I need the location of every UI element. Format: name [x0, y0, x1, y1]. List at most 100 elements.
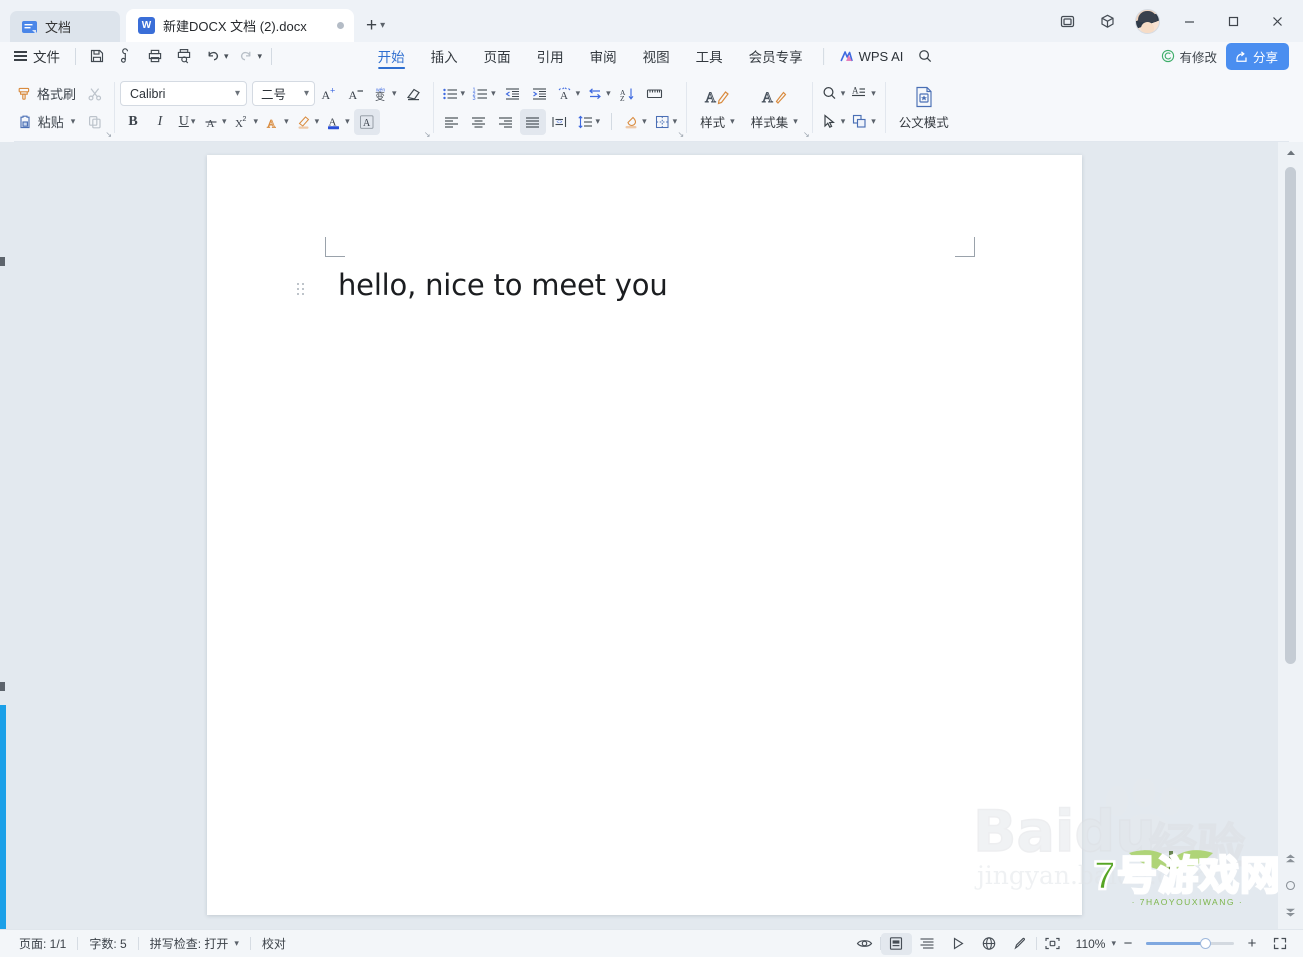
styles-dialog-launcher[interactable]: ↘: [803, 130, 810, 139]
maximize-button[interactable]: [1211, 0, 1255, 42]
preview-eye-button[interactable]: [849, 933, 880, 955]
zoom-slider-knob[interactable]: [1200, 938, 1211, 949]
tab-tools[interactable]: 工具: [683, 42, 736, 70]
spellcheck-chevron-down-icon[interactable]: ▾: [234, 938, 239, 949]
redo-icon[interactable]: [233, 44, 260, 68]
shrink-font-button[interactable]: A: [343, 81, 369, 107]
paragraph-drag-handle[interactable]: [297, 283, 306, 296]
focus-mode-button[interactable]: [1037, 933, 1068, 955]
align-justify-button[interactable]: [519, 108, 546, 135]
documents-home-chip[interactable]: 文档: [10, 11, 120, 42]
official-doc-mode-button[interactable]: 公文模式: [891, 83, 957, 133]
new-tab-chevron-down-icon[interactable]: ▾: [380, 20, 385, 31]
outline-view-button[interactable]: [912, 933, 943, 955]
strikethrough-button[interactable]: A ▾: [201, 109, 230, 135]
cut-button[interactable]: [82, 81, 108, 107]
save-as-icon[interactable]: [112, 44, 139, 68]
share-button[interactable]: 分享: [1225, 42, 1289, 70]
cloud-box-icon[interactable]: [1087, 4, 1127, 38]
copy-button[interactable]: [82, 109, 108, 135]
user-avatar[interactable]: [1127, 4, 1167, 38]
split-view-icon[interactable]: [1047, 4, 1087, 38]
distributed-align-button[interactable]: <>: [547, 109, 573, 135]
print-preview-icon[interactable]: [170, 44, 197, 68]
document-page[interactable]: hello, nice to meet you: [207, 155, 1082, 915]
styles-chevron-down-icon[interactable]: ▾: [730, 116, 735, 127]
borders-chevron-down-icon[interactable]: ▾: [673, 116, 678, 127]
tab-close-dot-icon[interactable]: [337, 22, 344, 29]
zoom-out-button[interactable]: −: [1116, 933, 1140, 955]
superscript-button[interactable]: X 2 ▾: [231, 109, 262, 135]
next-page-button[interactable]: [1278, 904, 1303, 921]
word-count-status[interactable]: 字数: 5: [78, 935, 137, 952]
superscript-chevron-down-icon[interactable]: ▾: [254, 116, 259, 127]
font-size-combobox[interactable]: 二号 ▾: [252, 81, 316, 106]
text-tools-button[interactable]: A ▾: [848, 81, 879, 107]
bullet-list-button[interactable]: ▾: [439, 81, 469, 107]
spellcheck-status[interactable]: 拼写检查: 打开 ▾: [139, 935, 250, 952]
font-color-chevron-down-icon[interactable]: ▾: [345, 116, 350, 127]
minimize-button[interactable]: [1167, 0, 1211, 42]
vertical-scrollbar[interactable]: [1278, 142, 1303, 929]
align-center-button[interactable]: [466, 109, 492, 135]
select-objects-chevron-down-icon[interactable]: ▾: [841, 116, 846, 127]
styles-button[interactable]: A 样式 ▾: [692, 83, 743, 133]
grow-font-button[interactable]: A +: [316, 81, 342, 107]
file-menu-button[interactable]: 文件: [8, 46, 68, 66]
decrease-indent-button[interactable]: [500, 81, 526, 107]
align-right-button[interactable]: [493, 109, 519, 135]
wps-ai-button[interactable]: WPS AI: [831, 49, 912, 64]
pen-annotate-button[interactable]: [1005, 933, 1036, 955]
qat-customize-chevron-down-icon[interactable]: ▾: [258, 51, 263, 62]
paste-chevron-down-icon[interactable]: ▾: [71, 116, 76, 127]
page-canvas[interactable]: hello, nice to meet you Baidu 经验 jingyan…: [6, 142, 1303, 929]
web-layout-view-button[interactable]: [974, 933, 1005, 955]
font-color-button[interactable]: A ▾: [323, 109, 353, 135]
find-replace-button[interactable]: ▾: [818, 81, 849, 107]
scroll-up-button[interactable]: [1278, 142, 1303, 163]
increase-indent-button[interactable]: [527, 81, 553, 107]
phonetic-chevron-down-icon[interactable]: ▾: [392, 88, 397, 99]
proofread-button[interactable]: 校对: [251, 935, 297, 952]
numbered-list-chevron-down-icon[interactable]: ▾: [491, 88, 496, 99]
text-effects-button[interactable]: A ▾: [262, 109, 292, 135]
tab-start[interactable]: 开始: [365, 42, 418, 70]
document-tab[interactable]: W 新建DOCX 文档 (2).docx: [126, 9, 354, 42]
underline-button[interactable]: U ▾: [174, 109, 200, 135]
fullscreen-button[interactable]: [1264, 933, 1295, 955]
modified-status-badge[interactable]: 有修改: [1161, 47, 1217, 66]
show-paragraph-marks-button[interactable]: [642, 81, 668, 107]
zoom-slider[interactable]: [1140, 938, 1240, 949]
italic-button[interactable]: I: [147, 109, 173, 135]
bullet-list-chevron-down-icon[interactable]: ▾: [461, 88, 466, 99]
style-set-chevron-down-icon[interactable]: ▾: [793, 116, 798, 127]
strikethrough-chevron-down-icon[interactable]: ▾: [222, 116, 227, 127]
tab-insert[interactable]: 插入: [418, 42, 471, 70]
zoom-in-button[interactable]: +: [1240, 933, 1264, 955]
text-tools-chevron-down-icon[interactable]: ▾: [871, 88, 876, 99]
shading-chevron-down-icon[interactable]: ▾: [642, 116, 647, 127]
tab-view[interactable]: 视图: [630, 42, 683, 70]
tab-review[interactable]: 审阅: [577, 42, 630, 70]
find-chevron-down-icon[interactable]: ▾: [841, 88, 846, 99]
font-size-chevron-down-icon[interactable]: ▾: [304, 88, 309, 99]
scrollbar-thumb[interactable]: [1285, 167, 1296, 664]
sort-button[interactable]: A Z: [615, 81, 641, 107]
underline-chevron-down-icon[interactable]: ▾: [191, 116, 196, 127]
page-count-status[interactable]: 页面: 1/1: [8, 935, 77, 952]
select-browse-object-button[interactable]: [1278, 877, 1303, 894]
reading-view-button[interactable]: [943, 933, 974, 955]
style-set-button[interactable]: A 样式集 ▾: [743, 83, 806, 133]
select-objects-button[interactable]: ▾: [818, 109, 849, 135]
print-layout-view-button[interactable]: [880, 932, 912, 955]
new-tab-button[interactable]: +: [366, 16, 377, 35]
character-shading-button[interactable]: A: [353, 108, 380, 135]
search-icon[interactable]: [911, 44, 938, 68]
tab-member-exclusive[interactable]: 会员专享: [736, 42, 816, 70]
arrange-objects-chevron-down-icon[interactable]: ▾: [871, 116, 876, 127]
bold-button[interactable]: B: [120, 109, 146, 135]
tab-page[interactable]: 页面: [471, 42, 524, 70]
font-dialog-launcher[interactable]: ↘: [424, 130, 431, 139]
asian-layout-button[interactable]: A ▾: [554, 81, 584, 107]
scrollbar-track[interactable]: [1278, 163, 1303, 850]
